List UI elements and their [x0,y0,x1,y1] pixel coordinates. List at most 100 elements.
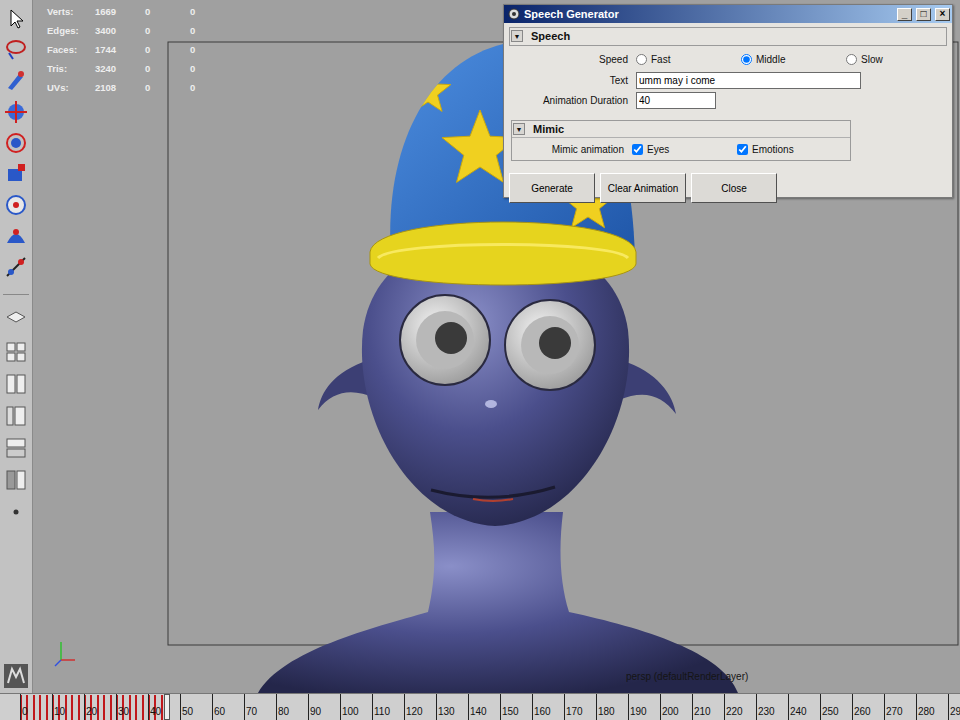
frame-tick [84,694,85,720]
hypershade-layout-icon[interactable] [3,467,29,493]
hud-label: Verts: [47,2,95,21]
frame-tick [20,694,21,720]
text-field[interactable] [636,72,861,89]
rotate-tool-icon[interactable] [3,130,29,156]
frame-label: 50 [180,704,193,719]
hud-value: 0 [145,40,190,59]
menu-arrow-icon[interactable] [3,499,29,525]
show-manipulator-icon[interactable] [3,254,29,280]
hud-value: 1744 [95,40,145,59]
scale-tool-icon[interactable] [3,161,29,187]
frame-tick [884,694,885,720]
frame-label: 110 [372,704,390,719]
speed-option[interactable]: Middle [741,52,846,67]
frame-label: 160 [532,704,551,719]
keyframe-marker[interactable] [39,695,41,720]
frame-tick [116,694,117,720]
section-header[interactable]: ▼ Mimic [512,121,850,139]
frame-label: 10 [52,704,65,719]
window-app-icon [508,8,520,20]
mimic-option[interactable]: Emotions [737,142,842,157]
frame-tick [276,694,277,720]
four-pane-layout-icon[interactable] [3,339,29,365]
section-toggle[interactable]: ▼ [511,30,523,42]
section-header[interactable]: ▼Speech [509,27,947,46]
hud-value: 0 [190,21,210,40]
speed-radio[interactable] [636,54,647,65]
frame-label: 200 [660,704,679,719]
speed-row: SpeedFastMiddleSlow [509,52,947,67]
close-button[interactable]: × [935,8,950,21]
keyframe-marker[interactable] [71,695,73,720]
mimic-checkbox[interactable] [632,144,643,155]
soft-modify-icon[interactable] [3,223,29,249]
duration-field[interactable] [636,92,716,109]
frame-tick [628,694,629,720]
dialog-button[interactable]: Clear Animation [600,173,686,203]
dialog-button[interactable]: Close [691,173,777,203]
speed-option-label: Slow [861,52,883,67]
hud-value: 0 [145,59,190,78]
lasso-tool-icon[interactable] [3,37,29,63]
keyframe-marker[interactable] [33,695,35,720]
keyframe-marker[interactable] [135,695,137,720]
select-tool-icon[interactable] [3,6,29,32]
two-pane-layout-icon[interactable] [3,371,29,397]
duration-label: Animation Duration [509,93,636,108]
mimic-checkbox[interactable] [737,144,748,155]
keyframe-marker[interactable] [142,695,144,720]
hud-value: 3400 [95,21,145,40]
section-title: Mimic [533,121,564,138]
frame-tick [596,694,597,720]
speed-radio[interactable] [846,54,857,65]
outliner-layout-icon[interactable] [3,403,29,429]
hud-label: UVs: [47,78,95,97]
speed-option[interactable]: Fast [636,52,741,67]
keyframe-marker[interactable] [103,695,105,720]
move-tool-icon[interactable] [3,99,29,125]
time-slider[interactable]: 0102030405060708090100110120130140150160… [0,693,960,720]
speed-option-label: Middle [756,52,785,67]
mimic-option[interactable]: Eyes [632,142,737,157]
dialog-button[interactable]: Generate [509,173,595,203]
hud-value: 0 [190,78,210,97]
frame-label: 220 [724,704,743,719]
hud-value: 0 [190,2,210,21]
speed-radio[interactable] [741,54,752,65]
section-toggle[interactable]: ▼ [513,123,525,135]
keyframe-marker[interactable] [110,695,112,720]
speed-option[interactable]: Slow [846,52,951,67]
hud-value: 3240 [95,59,145,78]
maya-logo-icon[interactable] [3,663,29,689]
frame-tick [212,694,213,720]
title-bar[interactable]: Speech Generator _ □ × [504,5,952,23]
frame-tick [756,694,757,720]
current-time-marker[interactable] [164,694,170,720]
hud-label: Edges: [47,21,95,40]
frame-tick [372,694,373,720]
frame-label: 20 [84,704,97,719]
frame-label: 70 [244,704,257,719]
paint-select-icon[interactable] [3,68,29,94]
frame-label: 170 [564,704,583,719]
duration-row: Animation Duration [509,92,947,109]
frame-tick [724,694,725,720]
mimic-option-label: Emotions [752,142,794,157]
perspective-viewport[interactable]: Verts:166900Edges:340000Faces:174400Tris… [33,0,960,693]
hud-label: Faces: [47,40,95,59]
text-label: Text [509,73,636,88]
hud-value: 0 [190,59,210,78]
frame-tick [660,694,661,720]
maximize-button[interactable]: □ [916,8,931,21]
graph-layout-icon[interactable] [3,435,29,461]
single-pane-layout-icon[interactable] [3,307,29,333]
window-title: Speech Generator [524,6,893,23]
keyframe-marker[interactable] [78,695,80,720]
frame-label: 260 [852,704,871,719]
frame-tick [180,694,181,720]
minimize-button[interactable]: _ [897,8,912,21]
frame-label: 270 [884,704,903,719]
manipulator-icon[interactable] [3,192,29,218]
hud-value: 0 [145,78,190,97]
keyframe-marker[interactable] [46,695,48,720]
